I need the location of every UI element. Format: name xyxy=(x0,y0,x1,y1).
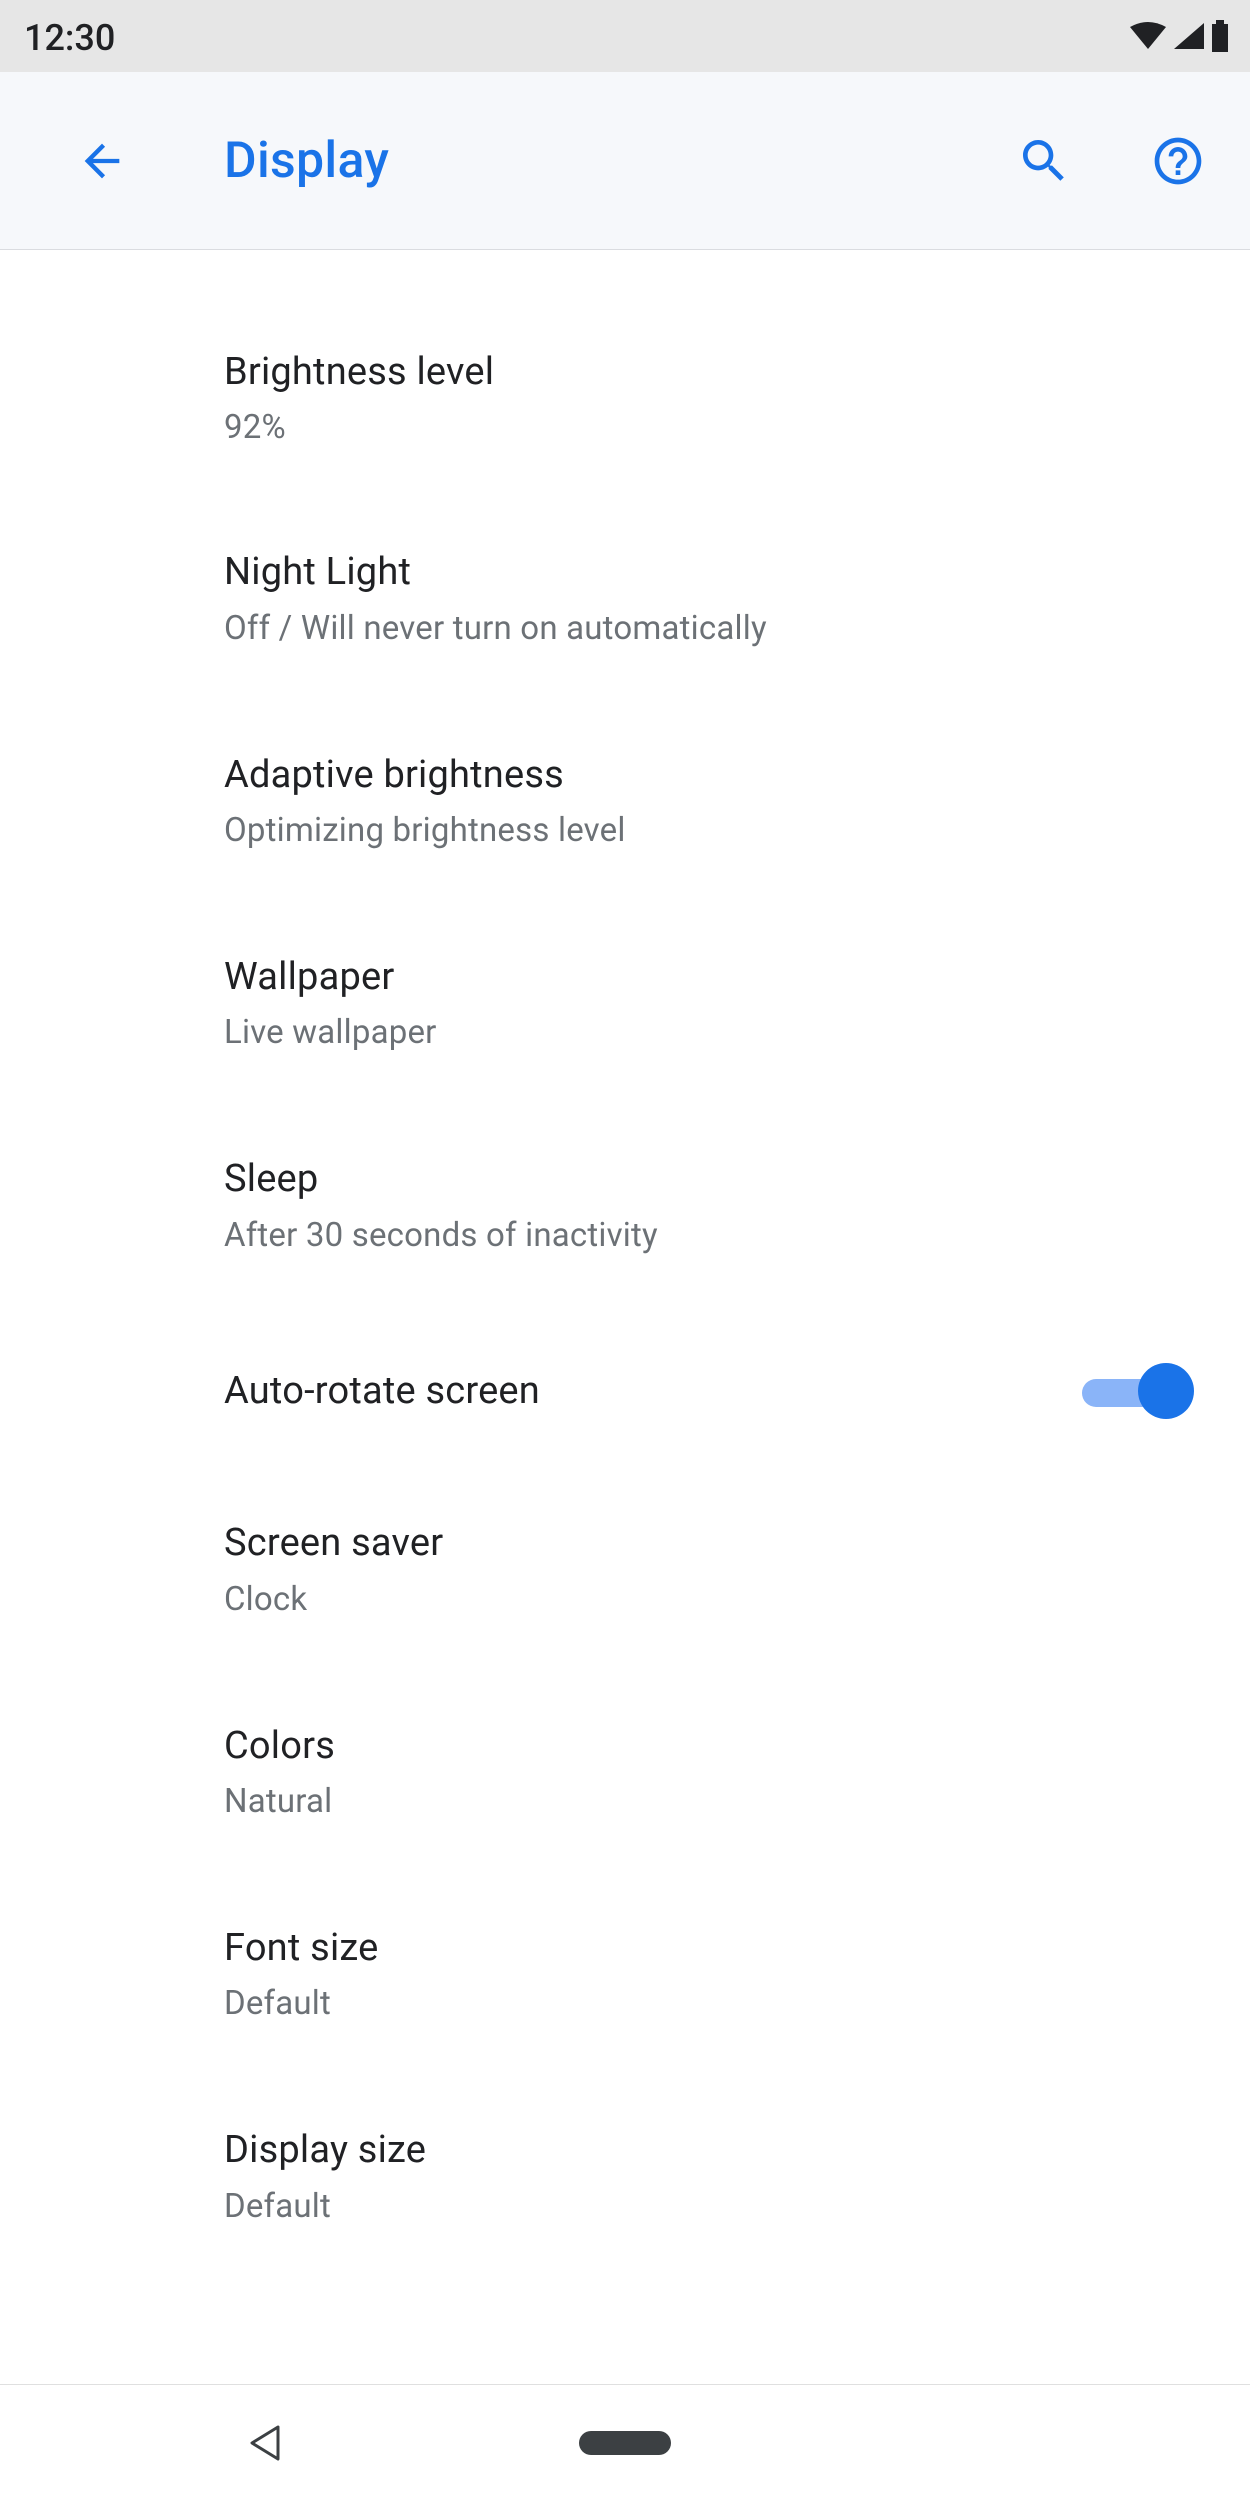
setting-display-size[interactable]: Display size Default xyxy=(0,2076,1250,2268)
status-bar: 12:30 xyxy=(0,0,1250,72)
status-icons xyxy=(1128,20,1230,52)
setting-subtitle: Clock xyxy=(224,1579,1190,1622)
arrow-left-icon xyxy=(76,135,128,187)
setting-subtitle: Default xyxy=(224,2186,1190,2229)
setting-title: Sleep xyxy=(224,1155,1190,1204)
wifi-icon xyxy=(1128,21,1168,51)
status-time: 12:30 xyxy=(24,17,115,59)
search-icon xyxy=(1016,133,1072,189)
help-icon xyxy=(1150,133,1206,189)
setting-title: Colors xyxy=(224,1722,1190,1771)
setting-brightness[interactable]: Brightness level 92% xyxy=(0,300,1250,498)
header-actions xyxy=(1016,133,1230,189)
setting-wallpaper[interactable]: Wallpaper Live wallpaper xyxy=(0,903,1250,1105)
setting-auto-rotate[interactable]: Auto-rotate screen xyxy=(0,1307,1250,1475)
settings-list: Brightness level 92% Night Light Off / W… xyxy=(0,250,1250,2269)
setting-subtitle: After 30 seconds of inactivity xyxy=(224,1215,1190,1258)
setting-title: Brightness level xyxy=(224,348,1190,397)
setting-sleep[interactable]: Sleep After 30 seconds of inactivity xyxy=(0,1105,1250,1307)
setting-adaptive-brightness[interactable]: Adaptive brightness Optimizing brightnes… xyxy=(0,701,1250,903)
setting-title: Wallpaper xyxy=(224,953,1190,1002)
setting-subtitle: Natural xyxy=(224,1781,1190,1824)
setting-subtitle: Off / Will never turn on automatically xyxy=(224,608,1190,651)
setting-subtitle: 92% xyxy=(224,407,1190,450)
setting-title: Night Light xyxy=(224,548,1190,597)
setting-title: Screen saver xyxy=(224,1519,1190,1568)
setting-title: Display size xyxy=(224,2126,1190,2175)
setting-title: Font size xyxy=(224,1924,1190,1973)
app-bar: Display xyxy=(0,72,1250,250)
page-title: Display xyxy=(224,132,1016,190)
nav-back-icon xyxy=(248,2423,282,2463)
setting-subtitle: Optimizing brightness level xyxy=(224,810,1190,853)
setting-screen-saver[interactable]: Screen saver Clock xyxy=(0,1475,1250,1671)
setting-title: Adaptive brightness xyxy=(224,751,1190,800)
nav-home-pill[interactable] xyxy=(579,2431,671,2455)
navigation-bar xyxy=(0,2384,1250,2500)
cell-signal-icon xyxy=(1172,21,1206,51)
setting-subtitle: Live wallpaper xyxy=(224,1012,1190,1055)
nav-back-button[interactable] xyxy=(248,2423,282,2463)
search-button[interactable] xyxy=(1016,133,1072,189)
setting-title: Auto-rotate screen xyxy=(224,1367,1082,1416)
auto-rotate-switch[interactable] xyxy=(1082,1363,1194,1419)
setting-night-light[interactable]: Night Light Off / Will never turn on aut… xyxy=(0,498,1250,700)
back-button[interactable] xyxy=(72,131,132,191)
switch-thumb xyxy=(1138,1363,1194,1419)
setting-colors[interactable]: Colors Natural xyxy=(0,1672,1250,1874)
battery-icon xyxy=(1210,20,1230,52)
help-button[interactable] xyxy=(1150,133,1206,189)
setting-subtitle: Default xyxy=(224,1983,1190,2026)
setting-font-size[interactable]: Font size Default xyxy=(0,1874,1250,2076)
